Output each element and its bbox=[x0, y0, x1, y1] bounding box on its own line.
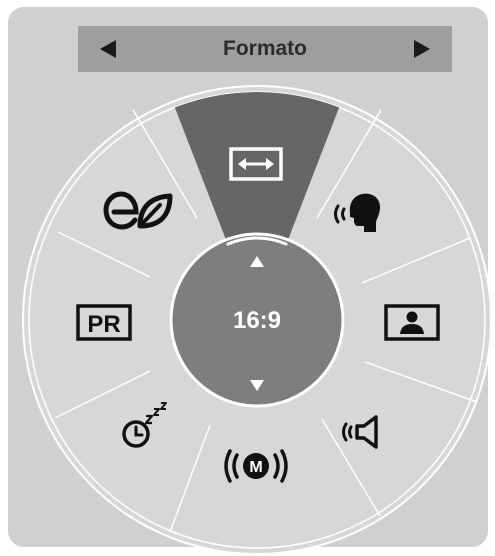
svg-text:M: M bbox=[249, 459, 262, 476]
m-broadcast-icon: M bbox=[224, 449, 288, 483]
center-value: 16:9 bbox=[233, 307, 281, 334]
menu-dial: 16:9 PR M bbox=[22, 85, 492, 555]
svg-text:PR: PR bbox=[87, 311, 120, 338]
